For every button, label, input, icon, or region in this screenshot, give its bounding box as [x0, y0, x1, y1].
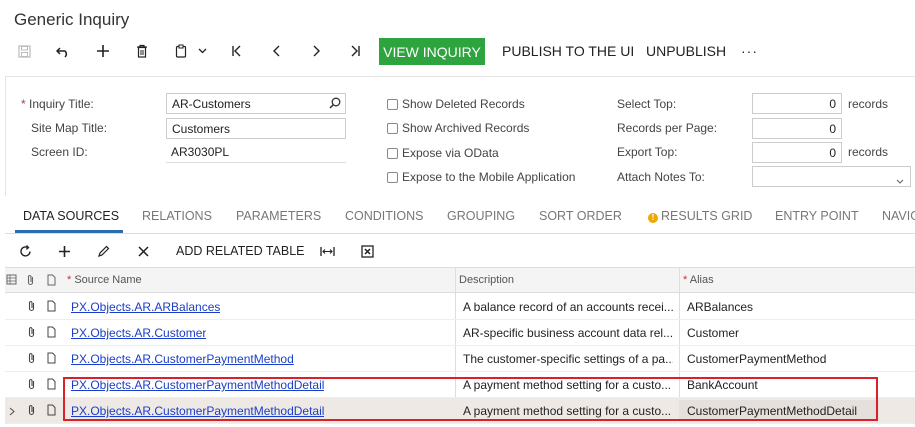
delete-row-icon[interactable] — [133, 236, 153, 266]
column-header-alias[interactable]: * Alias — [683, 274, 714, 286]
save-icon[interactable] — [14, 36, 34, 66]
grid-toolbar: ADD RELATED TABLE — [5, 236, 915, 266]
expose-mobile-checkbox[interactable]: Expose to the Mobile Application — [387, 170, 575, 184]
current-row-chevron-icon — [9, 405, 15, 419]
main-toolbar: VIEW INQUIRY PUBLISH TO THE UI UNPUBLISH… — [0, 36, 915, 66]
inquiry-summary-form: * Inquiry Title: AR-Customers Site Map T… — [5, 76, 915, 196]
site-map-title-label: Site Map Title: — [31, 121, 108, 135]
note-icon[interactable] — [47, 352, 56, 367]
note-icon[interactable] — [47, 404, 56, 419]
inquiry-title-label: * Inquiry Title: — [21, 97, 94, 111]
note-icon[interactable] — [47, 300, 56, 315]
page-title: Generic Inquiry — [14, 10, 130, 29]
tab-conditions[interactable]: CONDITIONS — [345, 209, 423, 223]
site-map-title-field[interactable]: Customers — [166, 118, 346, 139]
tab-data-sources[interactable]: DATA SOURCES — [23, 209, 119, 223]
attach-notes-select[interactable] — [752, 166, 911, 187]
delete-icon[interactable] — [131, 36, 153, 66]
select-top-suffix: records — [848, 97, 889, 111]
inquiry-title-value: AR-Customers — [172, 97, 251, 111]
show-deleted-checkbox[interactable]: Show Deleted Records — [387, 97, 525, 111]
screen-id-field: AR3030PL — [166, 142, 346, 163]
warning-icon: ! — [648, 213, 658, 223]
last-record-icon[interactable] — [345, 36, 365, 66]
export-top-suffix: records — [848, 145, 889, 159]
table-row[interactable]: PX.Objects.AR.Customer AR-specific busin… — [5, 320, 915, 346]
add-row-icon[interactable] — [54, 236, 74, 266]
chevron-down-icon[interactable] — [896, 173, 904, 187]
column-header-description[interactable]: Description — [459, 274, 514, 286]
tab-results-grid[interactable]: ! RESULTS GRID — [648, 209, 752, 223]
tab-entry-point[interactable]: ENTRY POINT — [775, 209, 859, 223]
chevron-down-icon[interactable] — [195, 36, 209, 66]
attachment-header-icon — [26, 274, 35, 289]
expose-odata-checkbox[interactable]: Expose via OData — [387, 146, 499, 160]
paperclip-icon[interactable] — [27, 352, 36, 367]
export-top-label: Export Top: — [617, 145, 678, 159]
note-icon[interactable] — [47, 378, 56, 393]
select-top-field[interactable]: 0 — [752, 93, 842, 114]
tab-parameters[interactable]: PARAMETERS — [236, 209, 321, 223]
attach-notes-label: Attach Notes To: — [617, 170, 705, 184]
checkbox-box[interactable] — [387, 122, 398, 134]
alias-cell[interactable]: ARBalances — [687, 300, 753, 314]
next-record-icon[interactable] — [306, 36, 326, 66]
undo-icon[interactable] — [52, 36, 74, 66]
view-inquiry-button[interactable]: VIEW INQUIRY — [379, 38, 485, 65]
tab-bar: DATA SOURCES RELATIONS PARAMETERS CONDIT… — [5, 198, 915, 234]
description-cell[interactable]: The customer-specific settings of a pa..… — [463, 352, 673, 366]
previous-record-icon[interactable] — [267, 36, 287, 66]
export-excel-icon[interactable] — [357, 236, 377, 266]
source-name-cell[interactable]: PX.Objects.AR.Customer — [71, 326, 206, 340]
alias-cell[interactable]: Customer — [687, 326, 739, 340]
row-selector-icon[interactable] — [6, 274, 17, 288]
records-per-page-field[interactable]: 0 — [752, 118, 842, 139]
description-cell[interactable]: AR-specific business account data rel... — [463, 326, 673, 340]
source-name-cell[interactable]: PX.Objects.AR.ARBalances — [71, 300, 220, 314]
tab-relations[interactable]: RELATIONS — [142, 209, 212, 223]
source-name-cell[interactable]: PX.Objects.AR.CustomerPaymentMethod — [71, 352, 294, 366]
screen-id-label: Screen ID: — [31, 145, 88, 159]
checkbox-box[interactable] — [387, 98, 398, 110]
show-archived-checkbox[interactable]: Show Archived Records — [387, 121, 529, 135]
alias-cell[interactable]: CustomerPaymentMethod — [687, 352, 826, 366]
more-actions-button[interactable]: ··· — [741, 36, 758, 66]
select-top-label: Select Top: — [617, 97, 677, 111]
highlight-annotation-box — [63, 377, 878, 421]
checkbox-box[interactable] — [387, 147, 398, 159]
tab-navigation[interactable]: NAVIG — [882, 209, 915, 223]
note-icon[interactable] — [47, 326, 56, 341]
paperclip-icon[interactable] — [27, 326, 36, 341]
fit-columns-icon[interactable] — [317, 236, 337, 266]
checkbox-box[interactable] — [387, 171, 398, 183]
note-header-icon — [47, 274, 56, 289]
paperclip-icon[interactable] — [27, 300, 36, 315]
table-row[interactable]: PX.Objects.AR.ARBalances A balance recor… — [5, 294, 915, 320]
publish-button[interactable]: PUBLISH TO THE UI — [502, 36, 634, 66]
clipboard-icon[interactable] — [170, 36, 192, 66]
export-top-field[interactable]: 0 — [752, 142, 842, 163]
records-per-page-label: Records per Page: — [617, 121, 718, 135]
grid-header: * Source Name Description * Alias — [5, 267, 915, 293]
description-cell[interactable]: A balance record of an accounts recei... — [463, 300, 673, 314]
paperclip-icon[interactable] — [27, 378, 36, 393]
edit-icon[interactable] — [93, 236, 113, 266]
tab-sort-order[interactable]: SORT ORDER — [539, 209, 622, 223]
column-header-source-name[interactable]: * Source Name — [67, 274, 142, 286]
add-related-table-button[interactable]: ADD RELATED TABLE — [176, 236, 305, 266]
tab-grouping[interactable]: GROUPING — [447, 209, 515, 223]
first-record-icon[interactable] — [227, 36, 247, 66]
add-icon[interactable] — [92, 36, 114, 66]
table-row[interactable]: PX.Objects.AR.CustomerPaymentMethod The … — [5, 346, 915, 372]
search-icon[interactable] — [329, 97, 341, 112]
active-tab-indicator — [15, 230, 123, 233]
refresh-icon[interactable] — [15, 236, 35, 266]
unpublish-button[interactable]: UNPUBLISH — [646, 36, 726, 66]
paperclip-icon[interactable] — [27, 404, 36, 419]
inquiry-title-field[interactable]: AR-Customers — [166, 93, 346, 114]
